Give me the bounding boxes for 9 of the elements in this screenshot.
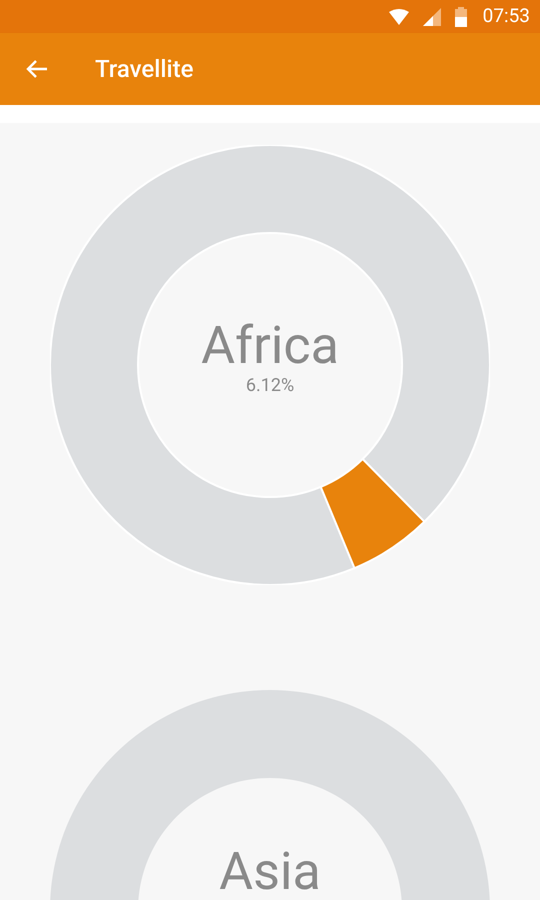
chart-title: Africa: [201, 317, 339, 375]
app-title: Travellite: [95, 54, 194, 85]
signal-icon: [422, 8, 441, 26]
battery-icon: [454, 6, 467, 26]
back-arrow-icon: [26, 59, 48, 79]
status-time: 07:53: [482, 3, 530, 30]
chart-title: Asia: [219, 846, 321, 898]
chart-percent: 6.12%: [246, 375, 294, 397]
wifi-icon: [388, 8, 409, 24]
